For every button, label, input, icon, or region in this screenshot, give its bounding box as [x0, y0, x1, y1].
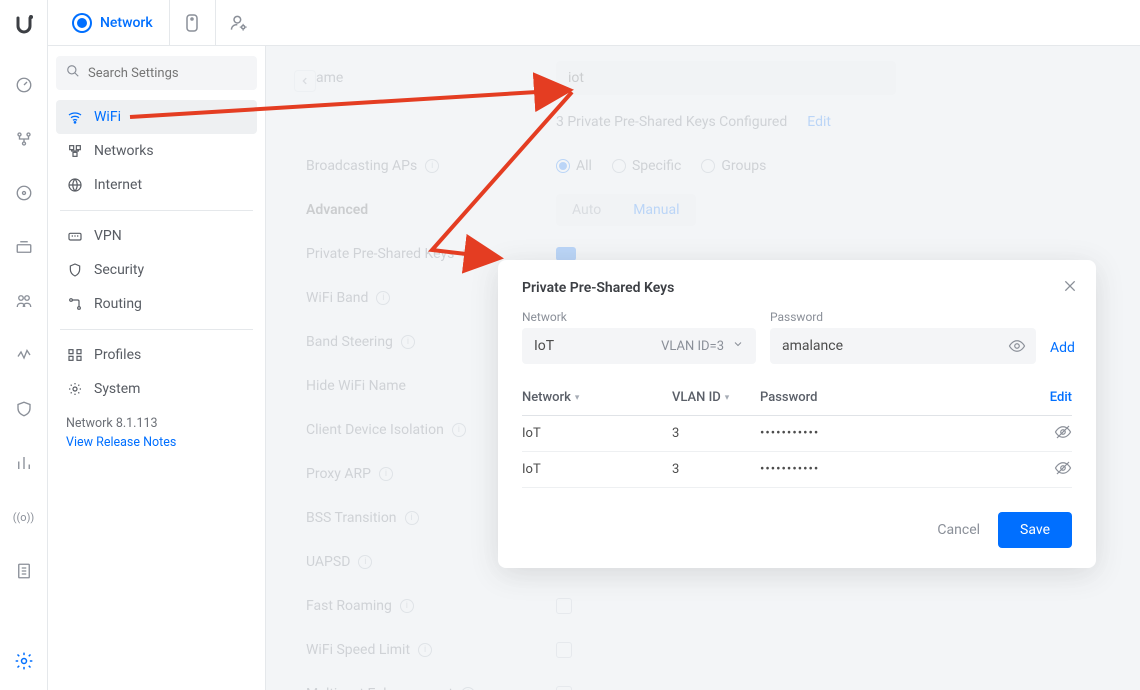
- app-rail: ((o)): [0, 0, 48, 690]
- col-password: Password: [760, 390, 1032, 405]
- routing-icon: [66, 296, 84, 312]
- globe-icon: [66, 177, 84, 193]
- rail-settings-icon[interactable]: [11, 648, 37, 674]
- modal-network-label: Network: [522, 310, 756, 324]
- sidebar-item-routing[interactable]: Routing: [56, 287, 257, 321]
- sidebar-item-system[interactable]: System: [56, 372, 257, 406]
- sidebar-item-profiles[interactable]: Profiles: [56, 338, 257, 372]
- topbar-tab-device[interactable]: [170, 0, 216, 45]
- system-icon: [66, 381, 84, 397]
- divider: [60, 329, 253, 330]
- ppsk-modal: Private Pre-Shared Keys Network IoT VLAN…: [498, 260, 1096, 568]
- eye-icon[interactable]: [1008, 337, 1026, 359]
- version-label: Network 8.1.113: [56, 406, 257, 435]
- table-row: IoT3•••••••••••: [522, 452, 1072, 488]
- network-dot-icon: [72, 13, 92, 33]
- networks-icon: [66, 143, 84, 159]
- brand-logo: [10, 10, 38, 38]
- password-input[interactable]: [770, 328, 1036, 364]
- search-settings-input[interactable]: [88, 66, 254, 81]
- modal-title: Private Pre-Shared Keys: [522, 280, 1072, 296]
- rail-stats-icon[interactable]: [11, 450, 37, 476]
- save-button[interactable]: Save: [998, 512, 1072, 548]
- network-select[interactable]: IoT VLAN ID=3: [522, 328, 756, 364]
- topbar-tab-network[interactable]: Network: [56, 0, 170, 45]
- sidebar-item-networks[interactable]: Networks: [56, 134, 257, 168]
- sidebar-item-vpn[interactable]: VPN: [56, 219, 257, 253]
- rail-ports-icon[interactable]: [11, 234, 37, 260]
- search-settings-box[interactable]: [56, 56, 257, 90]
- rail-clients-icon[interactable]: [11, 288, 37, 314]
- rail-disc-icon[interactable]: [11, 180, 37, 206]
- release-notes-link[interactable]: View Release Notes: [56, 435, 257, 450]
- rail-notes-icon[interactable]: [11, 558, 37, 584]
- modal-password-label: Password: [770, 310, 1036, 324]
- settings-sidebar: WiFi Networks Internet VPN Security Rout…: [48, 46, 266, 690]
- col-network[interactable]: Network ▾: [522, 390, 672, 405]
- eye-off-icon[interactable]: [1054, 423, 1072, 445]
- edit-link[interactable]: Edit: [1050, 390, 1072, 405]
- wifi-icon: [66, 109, 84, 125]
- search-icon: [66, 64, 80, 82]
- rail-insights-icon[interactable]: [11, 342, 37, 368]
- sort-icon: ▾: [725, 393, 730, 403]
- chevron-down-icon: [732, 338, 744, 354]
- vpn-icon: [66, 228, 84, 244]
- rail-security-icon[interactable]: [11, 396, 37, 422]
- sidebar-item-wifi[interactable]: WiFi: [56, 100, 257, 134]
- profiles-icon: [66, 347, 84, 363]
- sort-icon: ▾: [575, 393, 580, 403]
- close-icon[interactable]: [1062, 278, 1078, 298]
- add-link[interactable]: Add: [1050, 340, 1075, 364]
- topbar-tab-label: Network: [100, 15, 153, 31]
- col-vlan[interactable]: VLAN ID ▾: [672, 390, 760, 405]
- sidebar-item-internet[interactable]: Internet: [56, 168, 257, 202]
- sidebar-item-security[interactable]: Security: [56, 253, 257, 287]
- rail-radio-icon[interactable]: ((o)): [11, 504, 37, 530]
- topbar: Network: [48, 0, 1140, 46]
- topbar-tab-user-settings[interactable]: [216, 0, 262, 45]
- table-row: IoT3•••••••••••: [522, 416, 1072, 452]
- rail-dashboard-icon[interactable]: [11, 72, 37, 98]
- ppsk-table: Network ▾ VLAN ID ▾ Password Edit IoT3••…: [522, 380, 1072, 488]
- shield-icon: [66, 262, 84, 278]
- eye-off-icon[interactable]: [1054, 459, 1072, 481]
- rail-topology-icon[interactable]: [11, 126, 37, 152]
- divider: [60, 210, 253, 211]
- cancel-button[interactable]: Cancel: [937, 522, 980, 538]
